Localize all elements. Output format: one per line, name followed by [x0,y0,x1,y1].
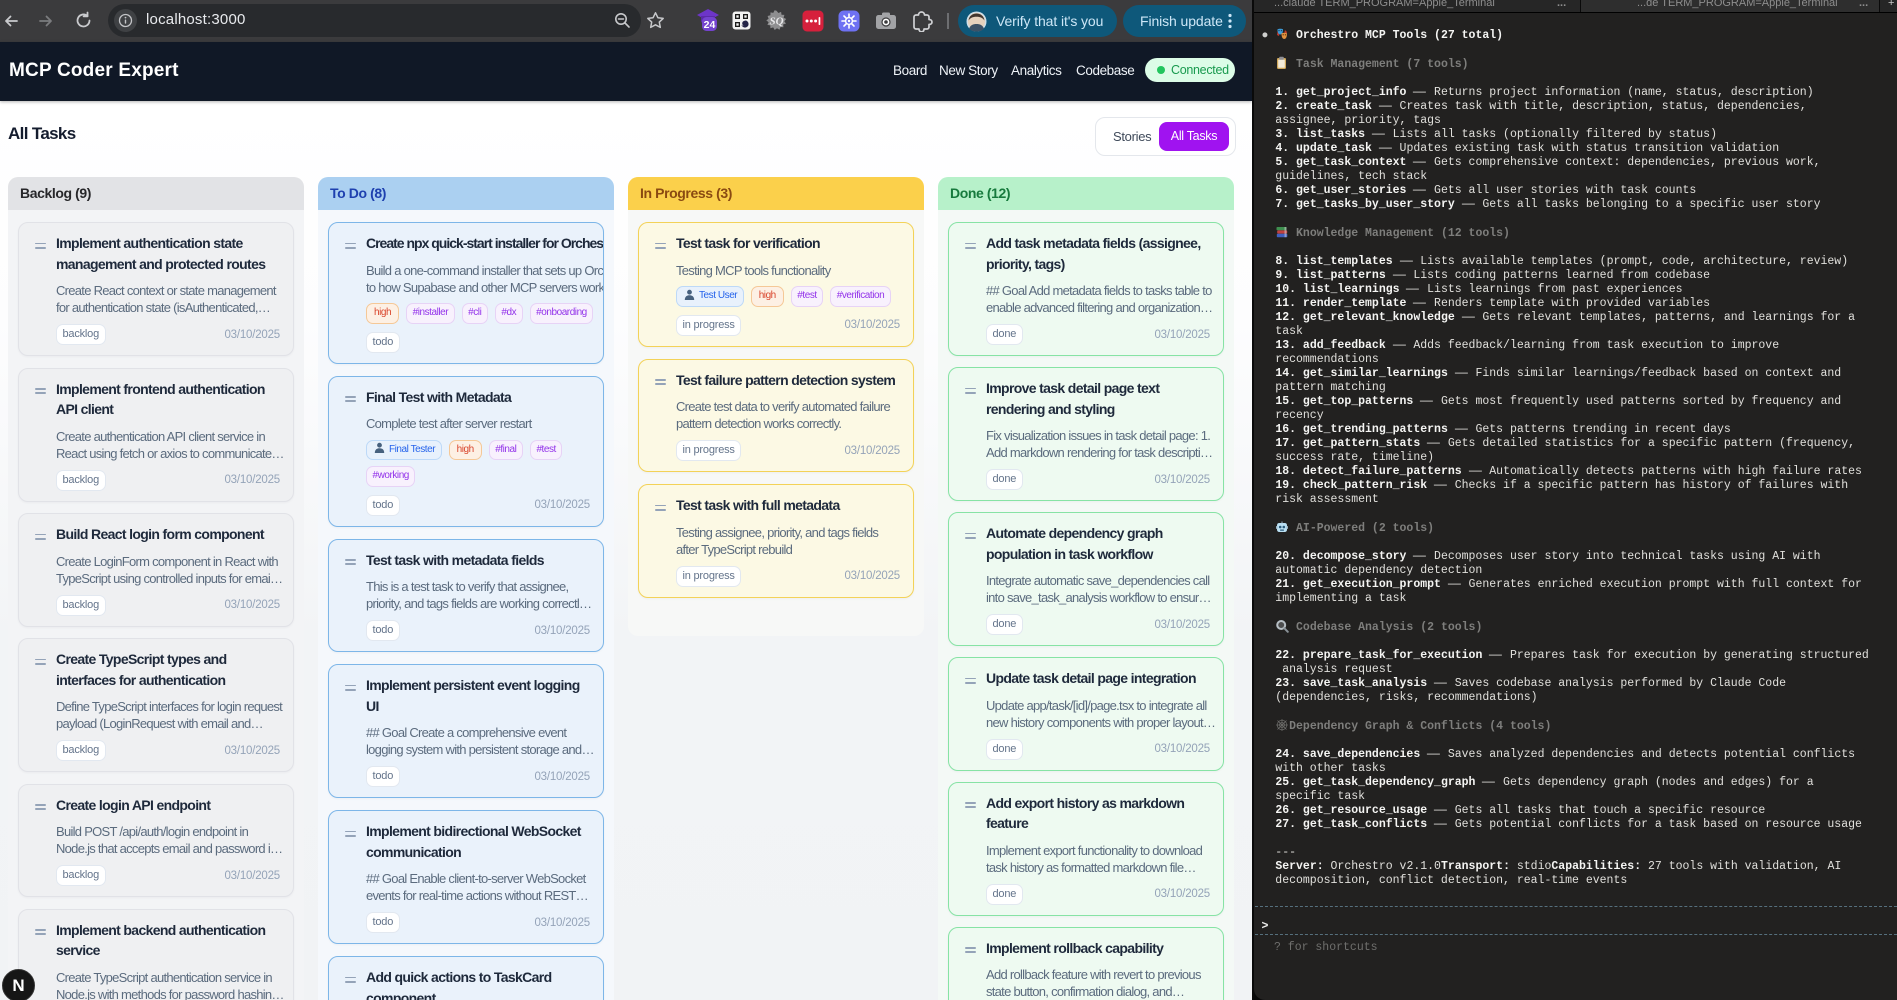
svg-text:24: 24 [704,19,716,31]
svg-text:SQ: SQ [769,16,783,28]
